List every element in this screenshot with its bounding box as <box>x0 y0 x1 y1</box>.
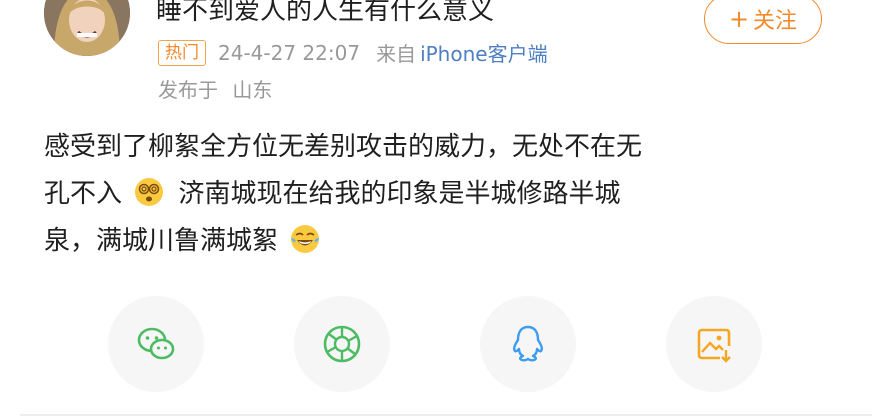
wechat-icon <box>137 327 175 360</box>
content-text: 孔不入 <box>44 179 123 209</box>
content-line: 感受到了柳絮全方位无差别攻击的威力，无处不在无 <box>44 132 643 162</box>
location-prefix: 发布于 <box>158 78 218 102</box>
dizzy-face-emoji <box>135 178 164 206</box>
content-line: 孔不入 济南城现在给我的印象是半城修路半城 <box>44 171 834 218</box>
post-location: 发布于 山东 <box>158 74 272 103</box>
share-bar <box>0 296 892 392</box>
qq-icon <box>513 325 543 362</box>
share-wechat-button[interactable] <box>108 296 204 392</box>
divider <box>20 414 872 416</box>
location-value: 山东 <box>232 78 273 102</box>
avatar-image <box>44 0 130 56</box>
save-image-button[interactable] <box>666 296 762 392</box>
source-label: 来自 <box>376 42 417 66</box>
content-line: 泉，满城川鲁满城絮 <box>44 218 834 265</box>
plus-icon: + <box>728 5 750 33</box>
content-text: 泉，满城川鲁满城絮 <box>44 226 279 256</box>
save-image-icon <box>697 328 731 363</box>
follow-button[interactable]: + 关注 <box>704 0 822 44</box>
share-moments-button[interactable] <box>294 296 390 392</box>
hot-badge: 热门 <box>158 39 206 66</box>
avatar[interactable] <box>44 0 130 56</box>
moments-icon <box>323 325 361 363</box>
username[interactable]: 睡不到爱人的人生有什么意义 <box>156 0 494 27</box>
share-qq-button[interactable] <box>480 296 576 392</box>
tears-of-joy-emoji <box>291 225 320 253</box>
follow-label: 关注 <box>753 9 798 34</box>
post-meta: 热门 24-4-27 22:07 来自 iPhone客户端 <box>158 38 548 67</box>
post-content[interactable]: 感受到了柳絮全方位无差别攻击的威力，无处不在无 孔不入 济南城现在给我的印象是半… <box>44 124 834 265</box>
post-timestamp: 24-4-27 22:07 <box>218 40 361 65</box>
source-device-link[interactable]: iPhone客户端 <box>420 38 548 67</box>
content-text: 济南城现在给我的印象是半城修路半城 <box>178 179 621 209</box>
